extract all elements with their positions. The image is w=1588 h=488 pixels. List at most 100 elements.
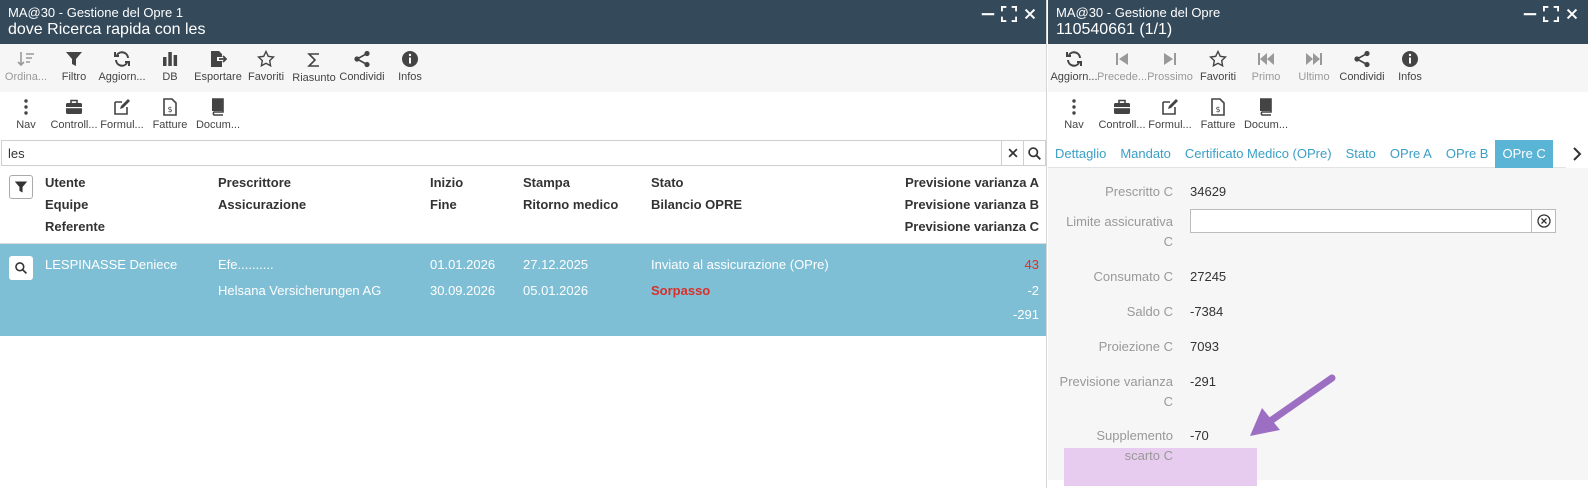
cell-inizio: 01.01.2026 — [430, 257, 496, 272]
db-button[interactable]: DB — [146, 50, 194, 83]
header-inizio[interactable]: Inizio — [430, 172, 463, 194]
header-prescrittore[interactable]: Prescrittore — [218, 172, 291, 194]
header-referente[interactable]: Referente — [45, 216, 105, 238]
annotation-arrow-icon — [1250, 374, 1336, 436]
previous-button[interactable]: Precede... — [1098, 50, 1146, 83]
favorites-button[interactable]: Favoriti — [242, 50, 290, 83]
filter-icon — [14, 180, 28, 194]
search-button[interactable] — [1023, 141, 1045, 165]
info-icon — [1401, 50, 1419, 68]
favorites-button[interactable]: Favoriti — [1194, 50, 1242, 83]
tab-opre-b[interactable]: OPre B — [1439, 140, 1496, 168]
cell-var-c: -291 — [1012, 307, 1039, 322]
previsione-varianza-value: -291 — [1190, 374, 1217, 389]
supplemento-value: -70 — [1190, 428, 1209, 443]
last-button[interactable]: Ultimo — [1290, 50, 1338, 83]
prescritto-value: 34629 — [1190, 184, 1227, 199]
proiezione-label: Proiezione C — [1098, 339, 1173, 354]
search-icon — [14, 261, 28, 275]
secondary-toolbar: Nav Controll... Formul... Fatture Docum.… — [0, 92, 1046, 140]
tab-dettaglio[interactable]: Dettaglio — [1048, 140, 1113, 168]
header-bilancio[interactable]: Bilancio OPRE — [651, 194, 742, 216]
info-button[interactable]: Infos — [1386, 50, 1434, 83]
minimize-icon[interactable] — [1521, 5, 1538, 22]
window-title: MA@30 - Gestione del Opre 1 — [8, 5, 184, 20]
invoices-button[interactable]: Fatture — [1194, 98, 1242, 131]
table-row[interactable]: LESPINASSE Deniece Efe.......... Helsana… — [0, 244, 1046, 336]
tab-opre-a[interactable]: OPre A — [1383, 140, 1439, 168]
open-record-button[interactable] — [9, 256, 33, 280]
first-button[interactable]: Primo — [1242, 50, 1290, 83]
controls-button[interactable]: Controll... — [50, 98, 98, 131]
header-fine[interactable]: Fine — [430, 194, 457, 216]
clear-field-icon[interactable] — [1531, 210, 1555, 232]
window-subtitle: 110540661 (1/1) — [1056, 21, 1173, 38]
header-equipe[interactable]: Equipe — [45, 194, 88, 216]
chevron-right-icon[interactable] — [1566, 140, 1588, 168]
cell-bilancio: Sorpasso — [651, 283, 711, 298]
secondary-toolbar: Nav Controll... Formul... Fatture Docum.… — [1048, 92, 1588, 140]
cell-var-b: -2 — [1027, 283, 1039, 298]
search-icon — [1027, 146, 1042, 161]
share-icon — [1353, 50, 1371, 68]
forms-button[interactable]: Formul... — [1146, 98, 1194, 131]
consumato-value: 27245 — [1190, 269, 1227, 284]
header-var-b[interactable]: Previsione varianza B — [905, 194, 1039, 216]
header-utente[interactable]: Utente — [45, 172, 85, 194]
filter-button[interactable]: Filtro — [50, 50, 98, 83]
header-ritorno-medico[interactable]: Ritorno medico — [523, 194, 618, 216]
close-icon[interactable] — [1563, 5, 1580, 22]
header-assicurazione[interactable]: Assicurazione — [218, 194, 306, 216]
cell-prescrittore: Efe.......... — [218, 257, 274, 272]
header-var-c[interactable]: Previsione varianza C — [905, 216, 1039, 238]
saldo-value: -7384 — [1190, 304, 1224, 319]
info-button[interactable]: Infos — [386, 50, 434, 83]
minimize-icon[interactable] — [979, 5, 996, 22]
cell-var-a: 43 — [1024, 257, 1039, 272]
tab-stato[interactable]: Stato — [1339, 140, 1383, 168]
tab-opre-c[interactable]: OPre C — [1495, 139, 1553, 168]
forms-button[interactable]: Formul... — [98, 98, 146, 131]
documents-button[interactable]: Docum... — [1242, 98, 1290, 131]
limite-label: Limite assicurativa — [1066, 214, 1173, 229]
controls-button[interactable]: Controll... — [1098, 98, 1146, 131]
close-icon[interactable] — [1021, 5, 1038, 22]
maximize-icon[interactable] — [1000, 5, 1017, 22]
header-var-a[interactable]: Previsione varianza A — [905, 172, 1039, 194]
column-filter-button[interactable] — [9, 175, 33, 199]
summary-button[interactable]: Riasunto — [290, 51, 338, 84]
clear-search-button[interactable] — [1001, 141, 1023, 165]
edit-icon — [1161, 98, 1179, 116]
share-button[interactable]: Condividi — [338, 50, 386, 83]
sort-button[interactable]: Ordina... — [2, 50, 50, 83]
header-stampa[interactable]: Stampa — [523, 172, 570, 194]
refresh-button[interactable]: Aggiorn... — [1050, 50, 1098, 83]
export-button[interactable]: Esportare — [194, 50, 242, 83]
last-icon — [1305, 50, 1323, 68]
invoice-icon — [161, 98, 179, 116]
documents-button[interactable]: Docum... — [194, 98, 242, 131]
tab-certificato-medico[interactable]: Certificato Medico (OPre) — [1178, 140, 1339, 168]
previsione-varianza-label-2: C — [1163, 394, 1173, 409]
invoices-button[interactable]: Fatture — [146, 98, 194, 131]
refresh-button[interactable]: Aggiorn... — [98, 50, 146, 83]
cell-ritorno: 05.01.2026 — [523, 283, 589, 298]
maximize-icon[interactable] — [1542, 5, 1559, 22]
detail-window: MA@30 - Gestione del Opre 110540661 (1/1… — [1048, 0, 1588, 488]
share-button[interactable]: Condividi — [1338, 50, 1386, 83]
close-icon — [1006, 146, 1020, 160]
briefcase-icon — [65, 98, 83, 116]
header-stato[interactable]: Stato — [651, 172, 684, 194]
limite-input[interactable] — [1190, 209, 1556, 233]
more-vertical-icon — [17, 98, 35, 116]
nav-button[interactable]: Nav — [2, 98, 50, 131]
window-controls — [1521, 5, 1580, 22]
next-button[interactable]: Prossimo — [1146, 50, 1194, 83]
search-input[interactable]: les — [2, 146, 1001, 161]
window-subtitle: dove Ricerca rapida con les — [8, 21, 206, 38]
saldo-label: Saldo C — [1126, 304, 1173, 319]
detail-tabs: Dettaglio Mandato Certificato Medico (OP… — [1048, 139, 1588, 168]
sigma-icon — [305, 51, 323, 69]
nav-button[interactable]: Nav — [1050, 98, 1098, 131]
tab-mandato[interactable]: Mandato — [1113, 140, 1178, 168]
